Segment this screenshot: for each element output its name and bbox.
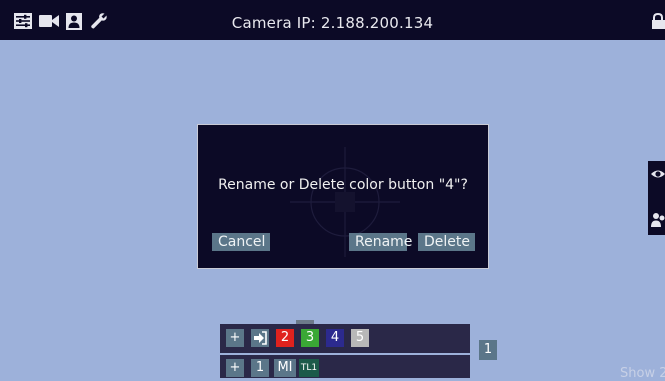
show-label: Show 2 xyxy=(620,366,665,381)
page-title: Camera IP: 2.188.200.134 xyxy=(231,14,434,32)
color-button-label: 4 xyxy=(330,330,340,345)
top-bar: Camera IP: 2.188.200.134 xyxy=(0,0,665,40)
color-button-5[interactable]: 5 xyxy=(351,329,369,347)
delete-button[interactable]: Delete xyxy=(418,233,475,251)
color-button-label: 2 xyxy=(280,330,290,345)
color-button-4[interactable]: 4 xyxy=(326,329,344,347)
add-color-button[interactable]: + xyxy=(226,329,244,347)
side-number-button[interactable]: 1 xyxy=(479,340,497,360)
preset-button[interactable]: 1 xyxy=(251,359,269,377)
load-button[interactable] xyxy=(251,329,269,347)
dialog-message: Rename or Delete color button "4"? xyxy=(218,177,468,193)
users-icon[interactable] xyxy=(651,212,665,228)
lock-icon[interactable] xyxy=(651,12,665,29)
sign-in-icon xyxy=(254,331,267,345)
cancel-button[interactable]: Cancel xyxy=(212,233,270,251)
add-preset-button[interactable]: + xyxy=(226,359,244,377)
eye-icon[interactable] xyxy=(651,168,665,180)
side-panel xyxy=(648,161,665,235)
color-button-label: 5 xyxy=(355,330,365,345)
color-button-bar: + 2 3 4 5 xyxy=(220,324,470,353)
rename-delete-dialog: Rename or Delete color button "4"? Cance… xyxy=(197,124,489,269)
color-button-label: 3 xyxy=(305,330,315,345)
preset-bar: + 1 MI TL1 xyxy=(220,355,470,378)
rename-button[interactable]: Rename xyxy=(349,233,412,251)
color-button-2[interactable]: 2 xyxy=(276,329,294,347)
preset-button[interactable]: TL1 xyxy=(299,359,319,377)
color-button-3[interactable]: 3 xyxy=(301,329,319,347)
preset-button[interactable]: MI xyxy=(274,359,296,377)
